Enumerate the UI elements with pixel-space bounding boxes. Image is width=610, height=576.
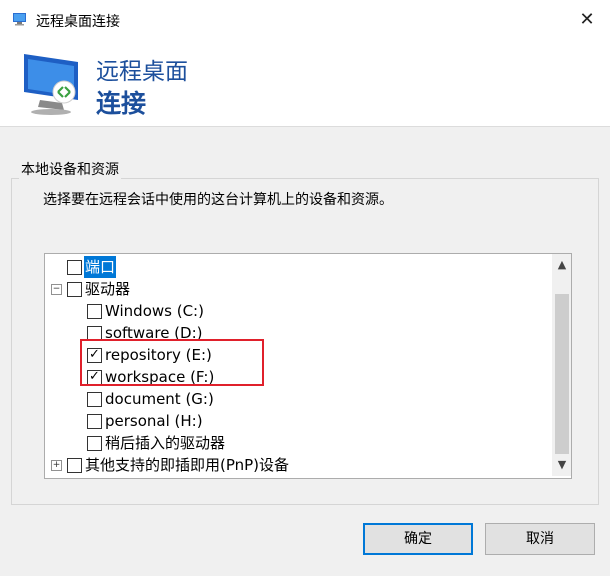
annotation-highlight-box — [80, 339, 264, 386]
title-bar: 远程桌面连接 ✕ — [0, 0, 610, 41]
cancel-button[interactable]: 取消 — [485, 523, 595, 555]
banner-title-line2: 连接 — [96, 89, 147, 118]
tree-item-ports[interactable]: 端口 — [45, 256, 550, 278]
pnp-checkbox[interactable] — [67, 458, 82, 473]
scrollbar-thumb[interactable] — [555, 294, 569, 454]
group-legend: 本地设备和资源 — [19, 159, 121, 179]
tree-item-label: Windows (C:) — [105, 302, 204, 320]
tree-item-drive-h[interactable]: personal (H:) — [45, 410, 550, 432]
remote-desktop-icon — [24, 54, 78, 115]
drive-h-checkbox[interactable] — [87, 414, 102, 429]
scroll-down-icon[interactable]: ▼ — [553, 456, 571, 474]
banner-title-line1: 远程桌面 — [96, 59, 188, 85]
close-button[interactable]: ✕ — [564, 0, 610, 40]
tree-item-label: 端口 — [84, 256, 117, 278]
ports-checkbox[interactable] — [67, 260, 82, 275]
drive-g-checkbox[interactable] — [87, 392, 102, 407]
header-banner: 远程桌面 连接 — [0, 40, 610, 127]
tree-item-pnp-devices[interactable]: + 其他支持的即插即用(PnP)设备 — [45, 454, 550, 476]
tree-item-label: document (G:) — [105, 390, 214, 408]
drive-c-checkbox[interactable] — [87, 304, 102, 319]
drives-checkbox[interactable] — [67, 282, 82, 297]
tree-item-label: 稍后插入的驱动器 — [105, 434, 226, 452]
collapse-icon[interactable]: − — [51, 284, 62, 295]
scroll-up-icon[interactable]: ▲ — [553, 256, 571, 274]
tree-item-label: personal (H:) — [105, 412, 203, 430]
window-title: 远程桌面连接 — [36, 14, 120, 30]
ok-button[interactable]: 确定 — [363, 523, 473, 555]
tree-item-label: 其他支持的即插即用(PnP)设备 — [85, 456, 290, 474]
tree-item-later-drives[interactable]: 稍后插入的驱动器 — [45, 432, 550, 454]
remote-desktop-icon — [13, 13, 26, 26]
close-icon: ✕ — [579, 9, 595, 30]
vertical-scrollbar[interactable]: ▲ ▼ — [552, 254, 571, 476]
tree-item-drive-g[interactable]: document (G:) — [45, 388, 550, 410]
tree-item-drives[interactable]: − 驱动器 — [45, 278, 550, 300]
tree-item-label: 驱动器 — [85, 280, 131, 298]
later-drives-checkbox[interactable] — [87, 436, 102, 451]
group-description: 选择要在远程会话中使用的这台计算机上的设备和资源。 — [43, 192, 393, 208]
tree-item-drive-c[interactable]: Windows (C:) — [45, 300, 550, 322]
expand-icon[interactable]: + — [51, 460, 62, 471]
